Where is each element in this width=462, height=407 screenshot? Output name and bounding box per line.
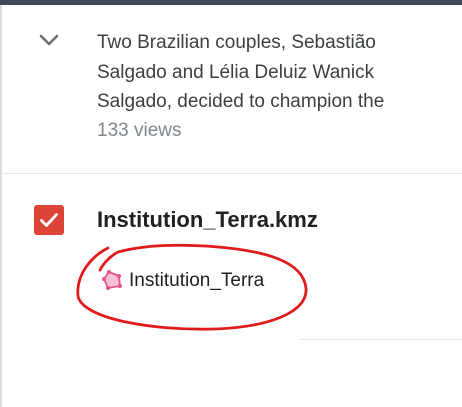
layer-visibility-checkbox[interactable] <box>34 205 64 235</box>
item-label: Institution_Terra <box>129 270 265 291</box>
checkmark-icon <box>40 213 58 227</box>
layer-panel: Two Brazilian couples, Sebastião Salgado… <box>0 0 462 407</box>
divider <box>2 173 462 174</box>
layer-title[interactable]: Institution_Terra.kmz <box>97 206 318 234</box>
left-border <box>0 5 2 407</box>
chevron-down-icon[interactable] <box>36 30 62 52</box>
description-text: Two Brazilian couples, Sebastião Salgado… <box>97 32 385 112</box>
view-count: 133 views <box>97 120 182 141</box>
divider <box>300 339 462 340</box>
top-bar <box>0 0 462 5</box>
polygon-icon <box>102 270 122 290</box>
